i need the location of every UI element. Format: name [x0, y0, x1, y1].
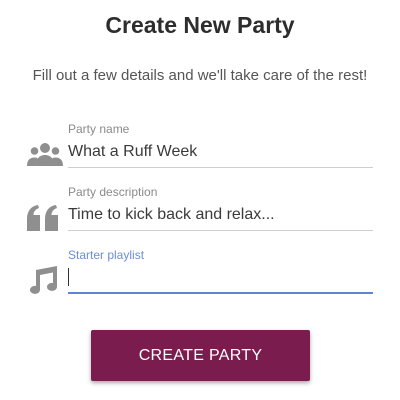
- party-description-field: Party description: [0, 185, 400, 245]
- music-note-icon: [27, 266, 63, 298]
- starter-playlist-label: Starter playlist: [68, 248, 145, 262]
- party-name-field: Party name: [0, 122, 400, 182]
- starter-playlist-field: Starter playlist: [0, 248, 400, 308]
- group-icon: [27, 142, 63, 174]
- party-description-label: Party description: [68, 185, 158, 199]
- party-name-input[interactable]: [68, 136, 373, 168]
- party-description-input[interactable]: [68, 199, 373, 231]
- party-name-label: Party name: [68, 122, 130, 136]
- quote-icon: [27, 205, 63, 237]
- text-cursor: [68, 268, 69, 286]
- starter-playlist-input[interactable]: [68, 262, 373, 294]
- page-title: Create New Party: [105, 12, 295, 38]
- page-subtitle: Fill out a few details and we'll take ca…: [32, 67, 368, 84]
- create-party-button[interactable]: CREATE PARTY: [91, 330, 310, 381]
